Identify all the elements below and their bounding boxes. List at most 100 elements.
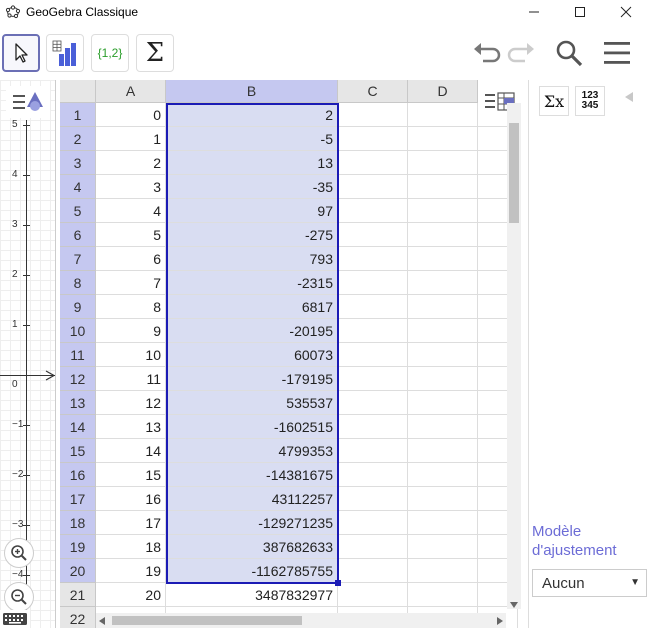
main-menu-button[interactable] [600, 36, 634, 70]
spreadsheet-vertical-scrollbar[interactable] [507, 103, 521, 609]
cell-d[interactable] [408, 295, 478, 319]
row-header[interactable]: 1 [60, 103, 96, 127]
column-header-a[interactable]: A [96, 80, 166, 103]
cell-d[interactable] [408, 271, 478, 295]
cell-b[interactable]: -275 [166, 223, 338, 247]
cell-d[interactable] [408, 463, 478, 487]
spreadsheet-corner[interactable] [60, 80, 96, 103]
cell-b[interactable]: -35 [166, 175, 338, 199]
row-header[interactable]: 2 [60, 127, 96, 151]
cell-d[interactable] [408, 583, 478, 607]
cell-c[interactable] [338, 319, 408, 343]
cell-d[interactable] [408, 127, 478, 151]
cell-b[interactable]: 2 [166, 103, 338, 127]
show-data-button[interactable]: 123 345 [575, 86, 605, 116]
row-header[interactable]: 7 [60, 247, 96, 271]
column-header-d[interactable]: D [408, 80, 478, 103]
cell-a[interactable]: 1 [96, 127, 166, 151]
move-tool-button[interactable] [2, 34, 40, 72]
row-header[interactable]: 12 [60, 367, 96, 391]
cell-a[interactable]: 14 [96, 439, 166, 463]
column-header-b[interactable]: B [166, 80, 338, 103]
row-header[interactable]: 4 [60, 175, 96, 199]
cell-d[interactable] [408, 223, 478, 247]
sum-tool-button[interactable]: Σ [136, 34, 174, 72]
cell-b[interactable]: 793 [166, 247, 338, 271]
cell-a[interactable]: 3 [96, 175, 166, 199]
row-header[interactable]: 8 [60, 271, 96, 295]
cell-b[interactable]: 6817 [166, 295, 338, 319]
column-header-c[interactable]: C [338, 80, 408, 103]
row-header[interactable]: 14 [60, 415, 96, 439]
cell-a[interactable]: 0 [96, 103, 166, 127]
cell-d[interactable] [408, 247, 478, 271]
cell-b[interactable]: -14381675 [166, 463, 338, 487]
one-variable-analysis-tool-button[interactable] [46, 34, 84, 72]
cell-b[interactable]: 535537 [166, 391, 338, 415]
cell-d[interactable] [408, 199, 478, 223]
cell-a[interactable]: 7 [96, 271, 166, 295]
cell-c[interactable] [338, 127, 408, 151]
cell-a[interactable]: 18 [96, 535, 166, 559]
cell-c[interactable] [338, 415, 408, 439]
scroll-down-arrow-icon[interactable] [510, 602, 518, 608]
cell-c[interactable] [338, 583, 408, 607]
cell-d[interactable] [408, 319, 478, 343]
cell-b[interactable]: -5 [166, 127, 338, 151]
cell-a[interactable]: 8 [96, 295, 166, 319]
cell-d[interactable] [408, 535, 478, 559]
show-statistics-button[interactable]: Σx [539, 86, 569, 116]
graphics-style-bar-button[interactable] [6, 86, 50, 118]
row-header[interactable]: 13 [60, 391, 96, 415]
cell-b[interactable]: -1162785755 [166, 559, 338, 583]
scroll-left-arrow-icon[interactable] [99, 617, 105, 625]
cell-d[interactable] [408, 439, 478, 463]
cell-a[interactable]: 17 [96, 511, 166, 535]
cell-d[interactable] [408, 367, 478, 391]
cell-a[interactable]: 12 [96, 391, 166, 415]
regression-model-select[interactable]: Aucun ▼ [532, 569, 647, 597]
fill-handle[interactable] [335, 580, 341, 586]
keyboard-button[interactable] [0, 610, 30, 628]
vertical-scroll-thumb[interactable] [509, 123, 519, 223]
cell-b[interactable]: 43112257 [166, 487, 338, 511]
cell-b[interactable]: 4799353 [166, 439, 338, 463]
cell-a[interactable]: 9 [96, 319, 166, 343]
search-button[interactable] [552, 36, 586, 70]
undo-button[interactable] [470, 36, 502, 70]
row-header[interactable]: 22 [60, 607, 96, 628]
cell-c[interactable] [338, 247, 408, 271]
cell-c[interactable] [338, 391, 408, 415]
cell-b[interactable]: -1602515 [166, 415, 338, 439]
cell-a[interactable]: 13 [96, 415, 166, 439]
cell-b[interactable]: -179195 [166, 367, 338, 391]
collapse-arrow-icon[interactable] [625, 92, 633, 102]
cell-b[interactable]: -129271235 [166, 511, 338, 535]
close-button[interactable] [603, 0, 649, 24]
cell-b[interactable]: 60073 [166, 343, 338, 367]
row-header[interactable]: 5 [60, 199, 96, 223]
cell-c[interactable] [338, 199, 408, 223]
cell-d[interactable] [408, 511, 478, 535]
row-header[interactable]: 18 [60, 511, 96, 535]
cell-c[interactable] [338, 559, 408, 583]
cell-c[interactable] [338, 295, 408, 319]
maximize-button[interactable] [557, 0, 603, 24]
cell-c[interactable] [338, 487, 408, 511]
cell-d[interactable] [408, 559, 478, 583]
row-header[interactable]: 17 [60, 487, 96, 511]
cell-b[interactable]: 13 [166, 151, 338, 175]
cell-d[interactable] [408, 151, 478, 175]
horizontal-scroll-thumb[interactable] [112, 616, 302, 625]
cell-a[interactable]: 2 [96, 151, 166, 175]
cell-c[interactable] [338, 367, 408, 391]
cell-a[interactable]: 16 [96, 487, 166, 511]
cell-b[interactable]: 387682633 [166, 535, 338, 559]
row-header[interactable]: 11 [60, 343, 96, 367]
cell-c[interactable] [338, 463, 408, 487]
cell-c[interactable] [338, 103, 408, 127]
graphics-view[interactable]: 5 4 3 2 1 0 −1 −2 −3 −4 [0, 80, 56, 628]
row-header[interactable]: 21 [60, 583, 96, 607]
redo-button[interactable] [506, 36, 538, 70]
cell-c[interactable] [338, 535, 408, 559]
